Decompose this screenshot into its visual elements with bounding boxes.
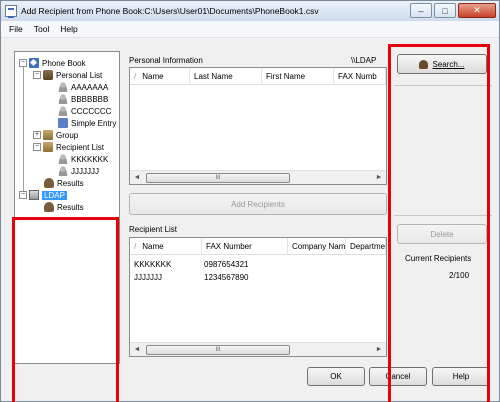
column-header-label: Name bbox=[142, 241, 164, 251]
scroll-thumb[interactable]: III bbox=[146, 345, 290, 355]
recipient-list-icon bbox=[43, 142, 53, 152]
menu-file[interactable]: File bbox=[9, 24, 23, 34]
tree-label: Personal List bbox=[56, 70, 103, 80]
collapse-toggle[interactable]: − bbox=[33, 143, 41, 151]
tree-node-group[interactable]: + Group bbox=[33, 129, 78, 141]
recipient-list[interactable]: / Name FAX Number Company Name Departmen… bbox=[129, 237, 387, 357]
tree-node-recipient[interactable]: KKKKKKK bbox=[58, 153, 108, 165]
recipient-list-label: Recipient List bbox=[129, 225, 178, 234]
col-header-last-name[interactable]: Last Name bbox=[190, 67, 262, 85]
source-label: \\LDAP bbox=[351, 56, 377, 65]
tree-guide-line bbox=[23, 64, 24, 192]
ok-button[interactable]: OK bbox=[307, 367, 365, 386]
tree-node-recipient[interactable]: JJJJJJJ bbox=[58, 165, 99, 177]
folder-icon bbox=[58, 118, 68, 128]
person-icon bbox=[58, 94, 68, 104]
tree-node-phone-book[interactable]: − Phone Book bbox=[19, 57, 86, 69]
tree-node-results[interactable]: Results bbox=[44, 177, 84, 189]
recipient-fax: 0987654321 bbox=[204, 260, 249, 269]
tree-label: Results bbox=[57, 202, 84, 212]
results-icon bbox=[44, 202, 54, 212]
col-header-fax-number[interactable]: FAX Number bbox=[202, 237, 288, 255]
col-header-company-name[interactable]: Company Name bbox=[288, 237, 346, 255]
close-button[interactable]: ✕ bbox=[458, 3, 496, 18]
menu-tool[interactable]: Tool bbox=[34, 24, 50, 34]
tree-node-person[interactable]: BBBBBBB bbox=[58, 93, 108, 105]
personal-info-header: / Name Last Name First Name FAX Numb bbox=[130, 67, 386, 85]
col-header-name[interactable]: / Name bbox=[130, 67, 190, 85]
column-header-label: Name bbox=[142, 71, 164, 81]
person-icon bbox=[58, 106, 68, 116]
col-header-name[interactable]: / Name bbox=[130, 237, 202, 255]
tree-label: AAAAAAA bbox=[71, 82, 109, 92]
minimize-button[interactable]: – bbox=[410, 3, 432, 18]
col-header-department[interactable]: Departmen bbox=[346, 237, 386, 255]
tree-label: Results bbox=[57, 178, 84, 188]
recipient-list-header: / Name FAX Number Company Name Departmen bbox=[130, 237, 386, 255]
server-icon bbox=[29, 190, 39, 200]
tree-node-ldap[interactable]: − LDAP bbox=[19, 189, 67, 201]
tree-node-personal-list[interactable]: − Personal List bbox=[33, 69, 102, 81]
tree-label-selected: LDAP bbox=[42, 190, 67, 200]
recipient-name: KKKKKKK bbox=[134, 260, 172, 269]
recipient-fax: 1234567890 bbox=[204, 273, 249, 282]
col-header-first-name[interactable]: First Name bbox=[262, 67, 334, 85]
group-icon bbox=[43, 130, 53, 140]
column-separator: / bbox=[134, 71, 137, 81]
tree-label: BBBBBBB bbox=[71, 94, 109, 104]
horizontal-scrollbar[interactable]: ◄ III ► bbox=[130, 342, 386, 356]
add-recipients-button[interactable]: Add Recipients bbox=[129, 193, 387, 215]
window-title: Add Recipient from Phone Book:C:\Users\U… bbox=[21, 6, 319, 16]
expand-toggle[interactable]: + bbox=[33, 131, 41, 139]
horizontal-scrollbar[interactable]: ◄ III ► bbox=[130, 170, 386, 184]
window-controls: – □ ✕ bbox=[410, 3, 496, 18]
tree-node-person[interactable]: AAAAAAA bbox=[58, 81, 108, 93]
col-header-fax-number[interactable]: FAX Numb bbox=[334, 67, 386, 85]
column-separator: / bbox=[134, 241, 137, 251]
results-icon bbox=[44, 178, 54, 188]
app-icon bbox=[5, 5, 17, 18]
scroll-left-arrow[interactable]: ◄ bbox=[130, 171, 144, 184]
person-icon bbox=[58, 166, 68, 176]
collapse-toggle[interactable]: − bbox=[19, 191, 27, 199]
personal-info-label: Personal Information bbox=[129, 56, 203, 65]
personal-info-list[interactable]: / Name Last Name First Name FAX Numb ◄ I… bbox=[129, 67, 387, 185]
collapse-toggle[interactable]: − bbox=[19, 59, 27, 67]
tree-node-ldap-results[interactable]: Results bbox=[44, 201, 84, 213]
person-icon bbox=[58, 154, 68, 164]
table-row[interactable]: JJJJJJJ 1234567890 bbox=[130, 271, 386, 284]
table-row[interactable]: KKKKKKK 0987654321 bbox=[130, 258, 386, 271]
tree-label: Simple Entry bbox=[71, 118, 117, 128]
phone-book-icon bbox=[29, 58, 39, 68]
scroll-right-arrow[interactable]: ► bbox=[372, 343, 386, 356]
scroll-thumb[interactable]: III bbox=[146, 173, 290, 183]
person-icon bbox=[58, 82, 68, 92]
tree-node-recipient-list[interactable]: − Recipient List bbox=[33, 141, 104, 153]
title-bar[interactable]: Add Recipient from Phone Book:C:\Users\U… bbox=[1, 1, 499, 21]
tree-label: CCCCCCC bbox=[71, 106, 112, 116]
menu-bar: File Tool Help bbox=[1, 21, 499, 38]
tree-node-person[interactable]: CCCCCCC bbox=[58, 105, 111, 117]
tree-label: Recipient List bbox=[56, 142, 105, 152]
scroll-right-arrow[interactable]: ► bbox=[372, 171, 386, 184]
highlight-box-right bbox=[388, 44, 490, 402]
tree-label: JJJJJJJ bbox=[71, 166, 99, 176]
personal-list-icon bbox=[43, 70, 53, 80]
menu-help[interactable]: Help bbox=[60, 24, 77, 34]
collapse-toggle[interactable]: − bbox=[33, 71, 41, 79]
tree-label: Phone Book bbox=[42, 58, 86, 68]
scroll-left-arrow[interactable]: ◄ bbox=[130, 343, 144, 356]
tree-node-simple-entry[interactable]: Simple Entry bbox=[58, 117, 116, 129]
highlight-box-left bbox=[12, 217, 119, 402]
recipient-name: JJJJJJJ bbox=[134, 273, 162, 282]
tree-label: Group bbox=[56, 130, 79, 140]
maximize-button[interactable]: □ bbox=[434, 3, 456, 18]
tree-label: KKKKKKK bbox=[71, 154, 109, 164]
